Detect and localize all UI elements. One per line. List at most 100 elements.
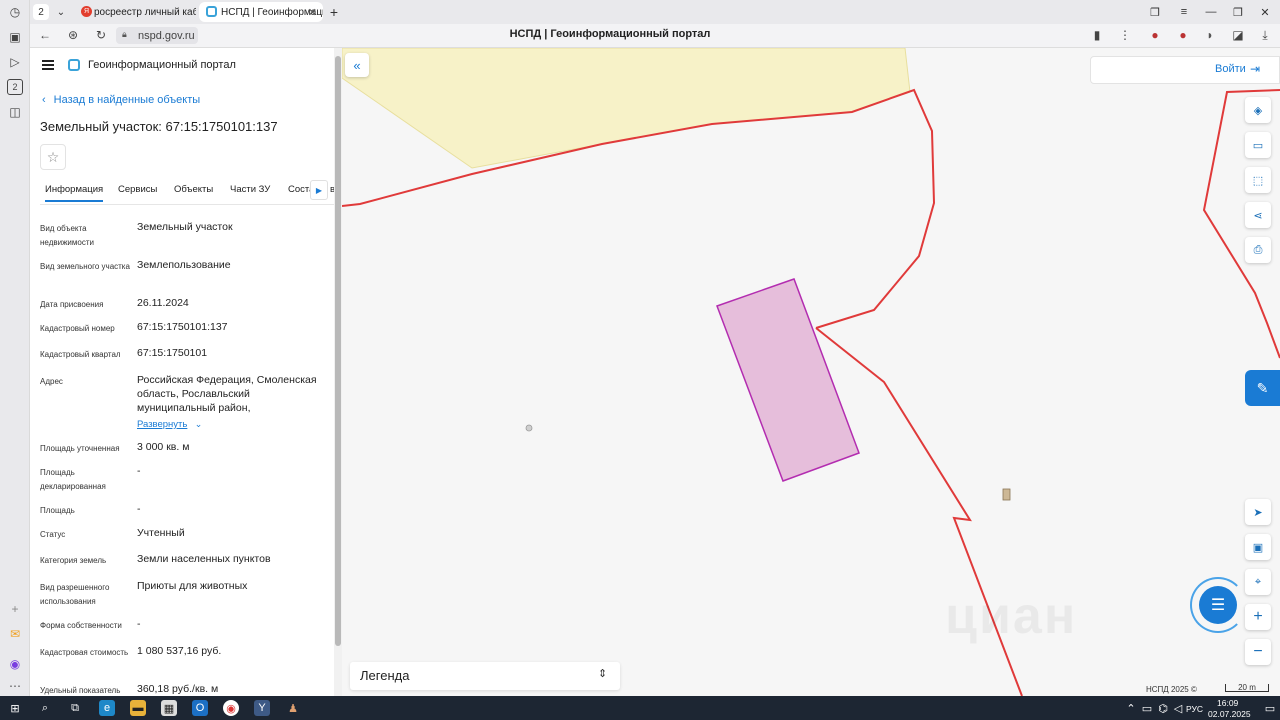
row-value: 26.11.2024	[137, 297, 189, 309]
bookmark-icon[interactable]: ▮	[1090, 28, 1104, 42]
row-value: -	[137, 618, 141, 630]
collapse-panel-button[interactable]: «	[345, 53, 369, 77]
assistant-button[interactable]: ✎	[1245, 370, 1280, 406]
windows-start-icon[interactable]: ⊞	[7, 700, 23, 716]
print-button[interactable]: ⎙	[1245, 237, 1271, 263]
info-tabs: Информация Сервисы Объекты Части ЗУ Сост…	[40, 180, 334, 204]
map-point-marker	[525, 424, 533, 432]
cian-watermark: циан	[945, 587, 1078, 645]
tabs-divider	[40, 204, 334, 205]
row-value: Приюты для животных	[137, 580, 248, 592]
map-canvas[interactable]	[342, 48, 1280, 696]
row-label: Вид земельного участка	[40, 262, 130, 271]
yandex-browser-icon[interactable]: Y	[254, 700, 270, 716]
extension-icon[interactable]: ●	[1176, 28, 1190, 42]
store-icon[interactable]: ▦	[161, 700, 177, 716]
row-value: Земельный участок	[137, 221, 233, 233]
row-label: Форма собственности	[40, 621, 122, 630]
geolocation-button[interactable]: ⌖	[1245, 569, 1271, 595]
tab-services[interactable]: Сервисы	[118, 184, 157, 195]
share-button[interactable]: ⋖	[1245, 202, 1271, 228]
tab-information[interactable]: Информация	[45, 184, 104, 202]
edge-icon[interactable]: e	[99, 700, 115, 716]
tab-parts[interactable]: Части ЗУ	[230, 184, 270, 195]
task-view-icon[interactable]: ⧉	[67, 700, 83, 716]
bookmarks-panel-icon[interactable]: ❐	[1147, 4, 1163, 20]
chat-bubble-icon: ☰	[1210, 597, 1226, 614]
row-label: Площадь	[40, 506, 75, 515]
layers-button[interactable]: ◈	[1245, 97, 1271, 123]
volume-icon[interactable]: ◁	[1170, 700, 1186, 716]
file-explorer-icon[interactable]: ▬	[130, 700, 146, 716]
tab-label: росреестр личный кабин	[94, 6, 196, 18]
expand-collapse-icon: ⇕	[598, 668, 608, 680]
tabs-dropdown-icon[interactable]: ⌄	[53, 4, 69, 20]
workspace-badge-icon[interactable]: 2	[7, 79, 23, 95]
legend-label: Легенда	[360, 668, 410, 683]
row-value: 67:15:1750101	[137, 347, 208, 359]
tab-rosreestr[interactable]: Я росреестр личный кабин	[74, 2, 196, 22]
small-building[interactable]	[1002, 488, 1011, 501]
menu-icon[interactable]	[42, 60, 54, 70]
expand-address-link[interactable]: Развернуть ⌄	[137, 416, 202, 430]
area-select-button[interactable]: ⬚	[1245, 167, 1271, 193]
chat-button[interactable]: ☰	[1199, 586, 1237, 624]
back-icon[interactable]: ←	[38, 28, 52, 42]
zoom-out-button[interactable]: −	[1245, 639, 1271, 665]
tab-objects[interactable]: Объекты	[174, 184, 213, 195]
outlook-icon[interactable]: O	[192, 700, 208, 716]
history-icon[interactable]: ◷	[7, 4, 23, 20]
tab-counter-badge[interactable]: 2	[33, 4, 49, 20]
extension-icon[interactable]: ●	[1148, 28, 1162, 42]
row-value: Землепользование	[137, 259, 231, 271]
minimize-icon[interactable]: —	[1203, 4, 1219, 20]
back-to-results-link[interactable]: ‹ Назад в найденные объекты	[42, 94, 200, 106]
tray-app-icon[interactable]: ▭	[1139, 700, 1155, 716]
row-label: Кадастровый квартал	[40, 350, 121, 359]
play-icon[interactable]: ▷	[7, 54, 23, 70]
tray-arrow-icon[interactable]: ⌃	[1123, 700, 1139, 716]
tabs-next-button[interactable]: ▶	[310, 180, 328, 200]
clock-date[interactable]: 02.07.2025	[1208, 709, 1251, 719]
notifications-icon[interactable]: ▭	[1262, 700, 1278, 716]
more-apps-icon[interactable]: ⋯	[7, 678, 23, 694]
add-icon[interactable]: +	[7, 601, 23, 617]
mail-icon[interactable]: ✉	[7, 626, 23, 642]
search-icon[interactable]: ⌕	[37, 700, 53, 716]
extension-icon[interactable]: ◗	[1203, 28, 1217, 42]
url-field[interactable]: 🔒︎ nspd.gov.ru	[116, 27, 198, 44]
zoom-in-button[interactable]: +	[1245, 604, 1271, 630]
reload-icon[interactable]: ↻	[94, 28, 108, 42]
portal-name: Геоинформационный портал	[88, 59, 236, 71]
chrome-icon[interactable]: ◉	[223, 700, 239, 716]
row-label: Статус	[40, 530, 66, 539]
legend-panel[interactable]: Легенда ⇕	[350, 662, 620, 690]
app-icon[interactable]: ♟	[285, 700, 301, 716]
favorite-button[interactable]: ☆	[40, 144, 66, 170]
network-icon[interactable]: ⌬	[1155, 700, 1171, 716]
new-tab-icon[interactable]: +	[326, 4, 342, 20]
language-indicator[interactable]: РУС	[1186, 704, 1203, 714]
extension-icon[interactable]: ◪	[1231, 28, 1245, 42]
select-area-icon: ⬚	[1252, 174, 1264, 187]
tab-nspd[interactable]: НСПД | Геоинформацио ✕	[199, 2, 323, 22]
clock-time[interactable]: 16:09	[1217, 698, 1238, 708]
browser-menu-icon[interactable]: ≡	[1176, 4, 1192, 20]
zone-polygon	[342, 48, 911, 169]
locate-button[interactable]: ➤	[1245, 499, 1271, 525]
selected-parcel[interactable]	[716, 278, 860, 482]
more-icon[interactable]: ⋮	[1118, 28, 1132, 42]
download-icon[interactable]: ⤓	[1258, 28, 1272, 42]
alice-icon[interactable]: ◉	[7, 656, 23, 672]
close-tab-icon[interactable]: ✕	[308, 6, 317, 19]
close-window-icon[interactable]: ✕	[1257, 4, 1273, 20]
panel-scrollbar-thumb[interactable]	[335, 56, 341, 646]
screenshot-icon[interactable]: ◫	[7, 104, 23, 120]
yandex-protect-icon[interactable]: ⊛	[66, 28, 80, 42]
login-label: Войти	[1215, 63, 1246, 75]
measure-button[interactable]: ▭	[1245, 132, 1271, 158]
chevron-left-icon: ‹	[42, 94, 46, 106]
minimap-button[interactable]: ▣	[1245, 534, 1271, 560]
collections-icon[interactable]: ▣	[7, 29, 23, 45]
maximize-icon[interactable]: ❐	[1230, 4, 1246, 20]
